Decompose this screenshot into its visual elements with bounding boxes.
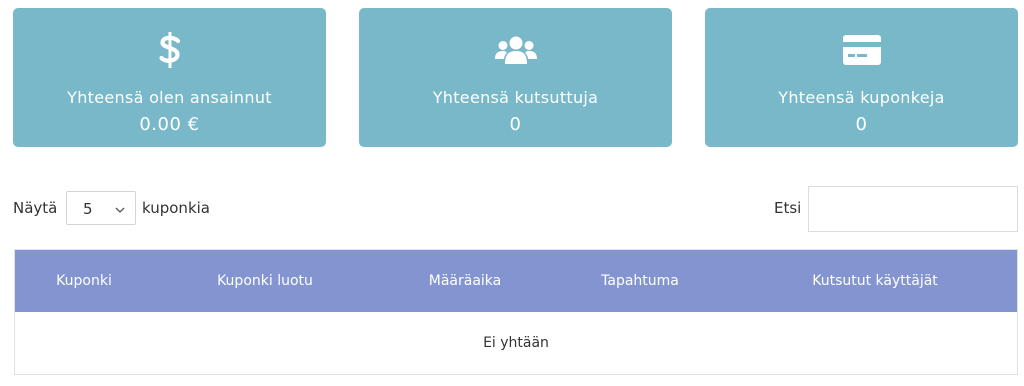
show-label: Näytä [13,199,58,217]
credit-card-icon [705,32,1018,68]
table-header: Kuponki Kuponki luotu Määräaika Tapahtum… [15,250,1017,312]
coupons-per-page-label: kuponkia [142,199,210,217]
earned-value: 0.00 € [139,114,200,135]
earned-label: Yhteensä olen ansainnut [67,88,272,107]
coupons-table: Kuponki Kuponki luotu Määräaika Tapahtum… [14,249,1018,375]
chevron-down-icon [115,202,125,220]
stats-cards: Yhteensä olen ansainnut 0.00 € Yhteensä … [13,8,1018,147]
invited-value: 0 [509,114,522,135]
column-header-invited-users[interactable]: Kutsutut käyttäjät [775,273,975,289]
coupons-card: Yhteensä kuponkeja 0 [705,8,1018,147]
page-size-select[interactable]: 5 [66,191,136,225]
dollar-icon [13,32,326,68]
invited-card: Yhteensä kutsuttuja 0 [359,8,672,147]
column-header-event[interactable]: Tapahtuma [570,273,710,289]
column-header-deadline[interactable]: Määräaika [395,273,535,289]
column-header-coupon[interactable]: Kuponki [40,273,128,289]
search-input[interactable] [808,186,1018,232]
table-controls: Näytä 5 kuponkia Etsi [13,186,1018,232]
invited-label: Yhteensä kutsuttuja [432,88,599,107]
page-size-value: 5 [83,200,93,218]
search-label: Etsi [774,199,802,217]
table-body: Ei yhtään [15,312,1017,374]
earned-card: Yhteensä olen ansainnut 0.00 € [13,8,326,147]
empty-table-message: Ei yhtään [483,335,549,351]
column-header-created[interactable]: Kuponki luotu [185,273,345,289]
coupons-label: Yhteensä kuponkeja [778,88,945,107]
coupons-value: 0 [855,114,868,135]
users-icon [359,32,672,68]
